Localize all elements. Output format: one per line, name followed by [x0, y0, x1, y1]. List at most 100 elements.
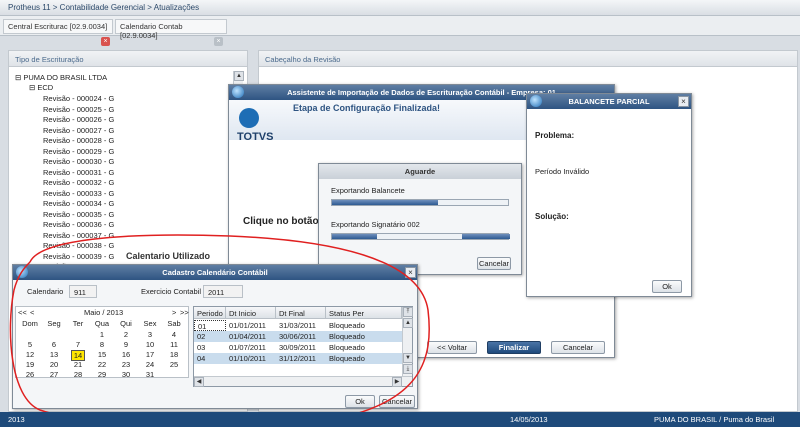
- table-header[interactable]: Status Per: [326, 307, 402, 319]
- calendar-day[interactable]: 23: [114, 360, 138, 369]
- calendar-field[interactable]: 911: [69, 285, 97, 298]
- scroll-left-icon[interactable]: ◀: [194, 377, 204, 387]
- ok-button[interactable]: Ok: [345, 395, 375, 408]
- table-vscroll[interactable]: ⤒ ▲ ▼ ⤓: [402, 307, 413, 376]
- tree-item-revision[interactable]: Revisão - 000025 - G: [43, 105, 114, 114]
- table-header[interactable]: Dt Inicio: [226, 307, 276, 319]
- calendar-day[interactable]: 5: [18, 340, 42, 349]
- tree-item-revision[interactable]: Revisão - 000029 - G: [43, 147, 114, 156]
- scroll-up-icon[interactable]: ▲: [234, 71, 244, 81]
- calendar-day[interactable]: 12: [18, 350, 42, 359]
- cancel-button[interactable]: Cancelar: [379, 395, 415, 408]
- tree-item-revision[interactable]: Revisão - 000030 - G: [43, 157, 114, 166]
- scroll-down-icon[interactable]: ▼: [403, 353, 413, 363]
- exercise-field[interactable]: 2011: [203, 285, 243, 298]
- app-logo-icon: [16, 266, 28, 278]
- tree-item-revision[interactable]: Revisão - 000032 - G: [43, 178, 114, 187]
- calendar-day[interactable]: 9: [114, 340, 138, 349]
- calendar-day[interactable]: 25: [162, 360, 186, 369]
- calendar-day[interactable]: 3: [138, 330, 162, 339]
- calendar-day[interactable]: 24: [138, 360, 162, 369]
- tab-calendario-contab[interactable]: Calendario Contab [02.9.0034]: [115, 19, 227, 40]
- problem-text: Período Inválido: [535, 167, 590, 176]
- calendar-day[interactable]: 21: [66, 360, 90, 369]
- tree-item-revision[interactable]: Revisão - 000033 - G: [43, 189, 114, 198]
- table-row[interactable]: 01 01/01/2011 31/03/2011 Bloqueado: [194, 320, 402, 331]
- tree-item-revision[interactable]: Revisão - 000027 - G: [43, 126, 114, 135]
- calendar-day[interactable]: 27: [42, 370, 66, 379]
- calendar-day[interactable]: 28: [66, 370, 90, 379]
- close-icon[interactable]: ×: [405, 267, 416, 278]
- calendar-day[interactable]: 8: [90, 340, 114, 349]
- calendar-day[interactable]: 17: [138, 350, 162, 359]
- table-cell: 30/09/2011: [279, 343, 316, 352]
- calendar-register-dialog: Cadastro Calendário Contábil × Calendari…: [12, 264, 418, 409]
- calendar-day[interactable]: 15: [90, 350, 114, 359]
- scroll-top-icon[interactable]: ⤒: [403, 307, 413, 317]
- finish-button[interactable]: Finalizar: [487, 341, 541, 354]
- prev-month-button[interactable]: <: [30, 308, 34, 317]
- cancel-button[interactable]: Cancelar: [477, 257, 511, 270]
- next-year-button[interactable]: >>: [180, 308, 189, 317]
- table-row[interactable]: 02 01/04/2011 30/06/2011 Bloqueado: [194, 331, 402, 342]
- status-bar: 2013 14/05/2013 PUMA DO BRASIL / Puma do…: [0, 412, 800, 427]
- tree-item-revision[interactable]: Revisão - 000026 - G: [43, 115, 114, 124]
- exercise-label: Exercicio Contabil: [141, 287, 202, 296]
- status-company: PUMA DO BRASIL / Puma do Brasil: [654, 415, 775, 424]
- calendar-day[interactable]: 7: [66, 340, 90, 349]
- tree-item-revision[interactable]: Revisão - 000035 - G: [43, 210, 114, 219]
- calendar-day[interactable]: 11: [162, 340, 186, 349]
- calendar-day[interactable]: 10: [138, 340, 162, 349]
- calendar-day[interactable]: 18: [162, 350, 186, 359]
- next-month-button[interactable]: >: [172, 308, 176, 317]
- tree-root[interactable]: ⊟ PUMA DO BRASIL LTDA: [15, 73, 107, 82]
- dialog-title: Cadastro Calendário Contábil: [13, 265, 417, 280]
- totvs-logo-icon: [239, 108, 259, 128]
- table-header[interactable]: Periodo: [194, 307, 226, 319]
- ok-button[interactable]: Ok: [652, 280, 682, 293]
- totvs-logo-text: TOTVS: [237, 131, 274, 143]
- calendar-day[interactable]: 26: [18, 370, 42, 379]
- calendar-day[interactable]: 30: [114, 370, 138, 379]
- weekday-header: Ter: [72, 319, 84, 328]
- tree-item-revision[interactable]: Revisão - 000028 - G: [43, 136, 114, 145]
- calendar-day[interactable]: 2: [114, 330, 138, 339]
- calendar-day[interactable]: 20: [42, 360, 66, 369]
- close-icon[interactable]: ×: [214, 37, 223, 46]
- tree-item-revision[interactable]: Revisão - 000039 - G: [43, 252, 114, 261]
- scroll-bottom-icon[interactable]: ⤓: [403, 364, 413, 374]
- scroll-up-icon[interactable]: ▲: [403, 318, 413, 328]
- table-cell: 02: [197, 332, 206, 341]
- tree-item-revision[interactable]: Revisão - 000031 - G: [43, 168, 114, 177]
- table-cell: 01/07/2011: [229, 343, 266, 352]
- calendar-day[interactable]: 13: [42, 350, 66, 359]
- tree-item-revision[interactable]: Revisão - 000024 - G: [43, 94, 114, 103]
- table-hscroll[interactable]: ◀ ▶: [194, 376, 412, 387]
- table-cell: 31/12/2011: [279, 354, 316, 363]
- close-icon[interactable]: ×: [678, 96, 689, 107]
- tree-item-revision[interactable]: Revisão - 000038 - G: [43, 241, 114, 250]
- calendar-day[interactable]: 29: [90, 370, 114, 379]
- table-row[interactable]: 03 01/07/2011 30/09/2011 Bloqueado: [194, 342, 402, 353]
- prev-year-button[interactable]: <<: [18, 308, 27, 317]
- back-button[interactable]: << Voltar: [427, 341, 477, 354]
- scroll-right-icon[interactable]: ▶: [392, 377, 402, 387]
- table-row[interactable]: 04 01/10/2011 31/12/2011 Bloqueado: [194, 353, 402, 364]
- calendar-day[interactable]: 31: [138, 370, 162, 379]
- table-header[interactable]: Dt Final: [276, 307, 326, 319]
- app-logo-icon: [530, 95, 542, 107]
- calendar-day[interactable]: 19: [18, 360, 42, 369]
- tree-item-revision[interactable]: Revisão - 000036 - G: [43, 220, 114, 229]
- tab-central-escriturac[interactable]: Central Escriturac [02.9.0034]: [3, 19, 113, 34]
- calendar-day[interactable]: 4: [162, 330, 186, 339]
- calendar-day[interactable]: 22: [90, 360, 114, 369]
- calendar-day[interactable]: 1: [90, 330, 114, 339]
- cancel-button[interactable]: Cancelar: [551, 341, 605, 354]
- calendar-day[interactable]: 6: [42, 340, 66, 349]
- tree-item-revision[interactable]: Revisão - 000037 - G: [43, 231, 114, 240]
- table-cell: 01/04/2011: [229, 332, 266, 341]
- tree-node-ecd[interactable]: ⊟ ECD: [29, 83, 53, 92]
- tree-item-revision[interactable]: Revisão - 000034 - G: [43, 199, 114, 208]
- close-icon[interactable]: ×: [101, 37, 110, 46]
- calendar-day[interactable]: 16: [114, 350, 138, 359]
